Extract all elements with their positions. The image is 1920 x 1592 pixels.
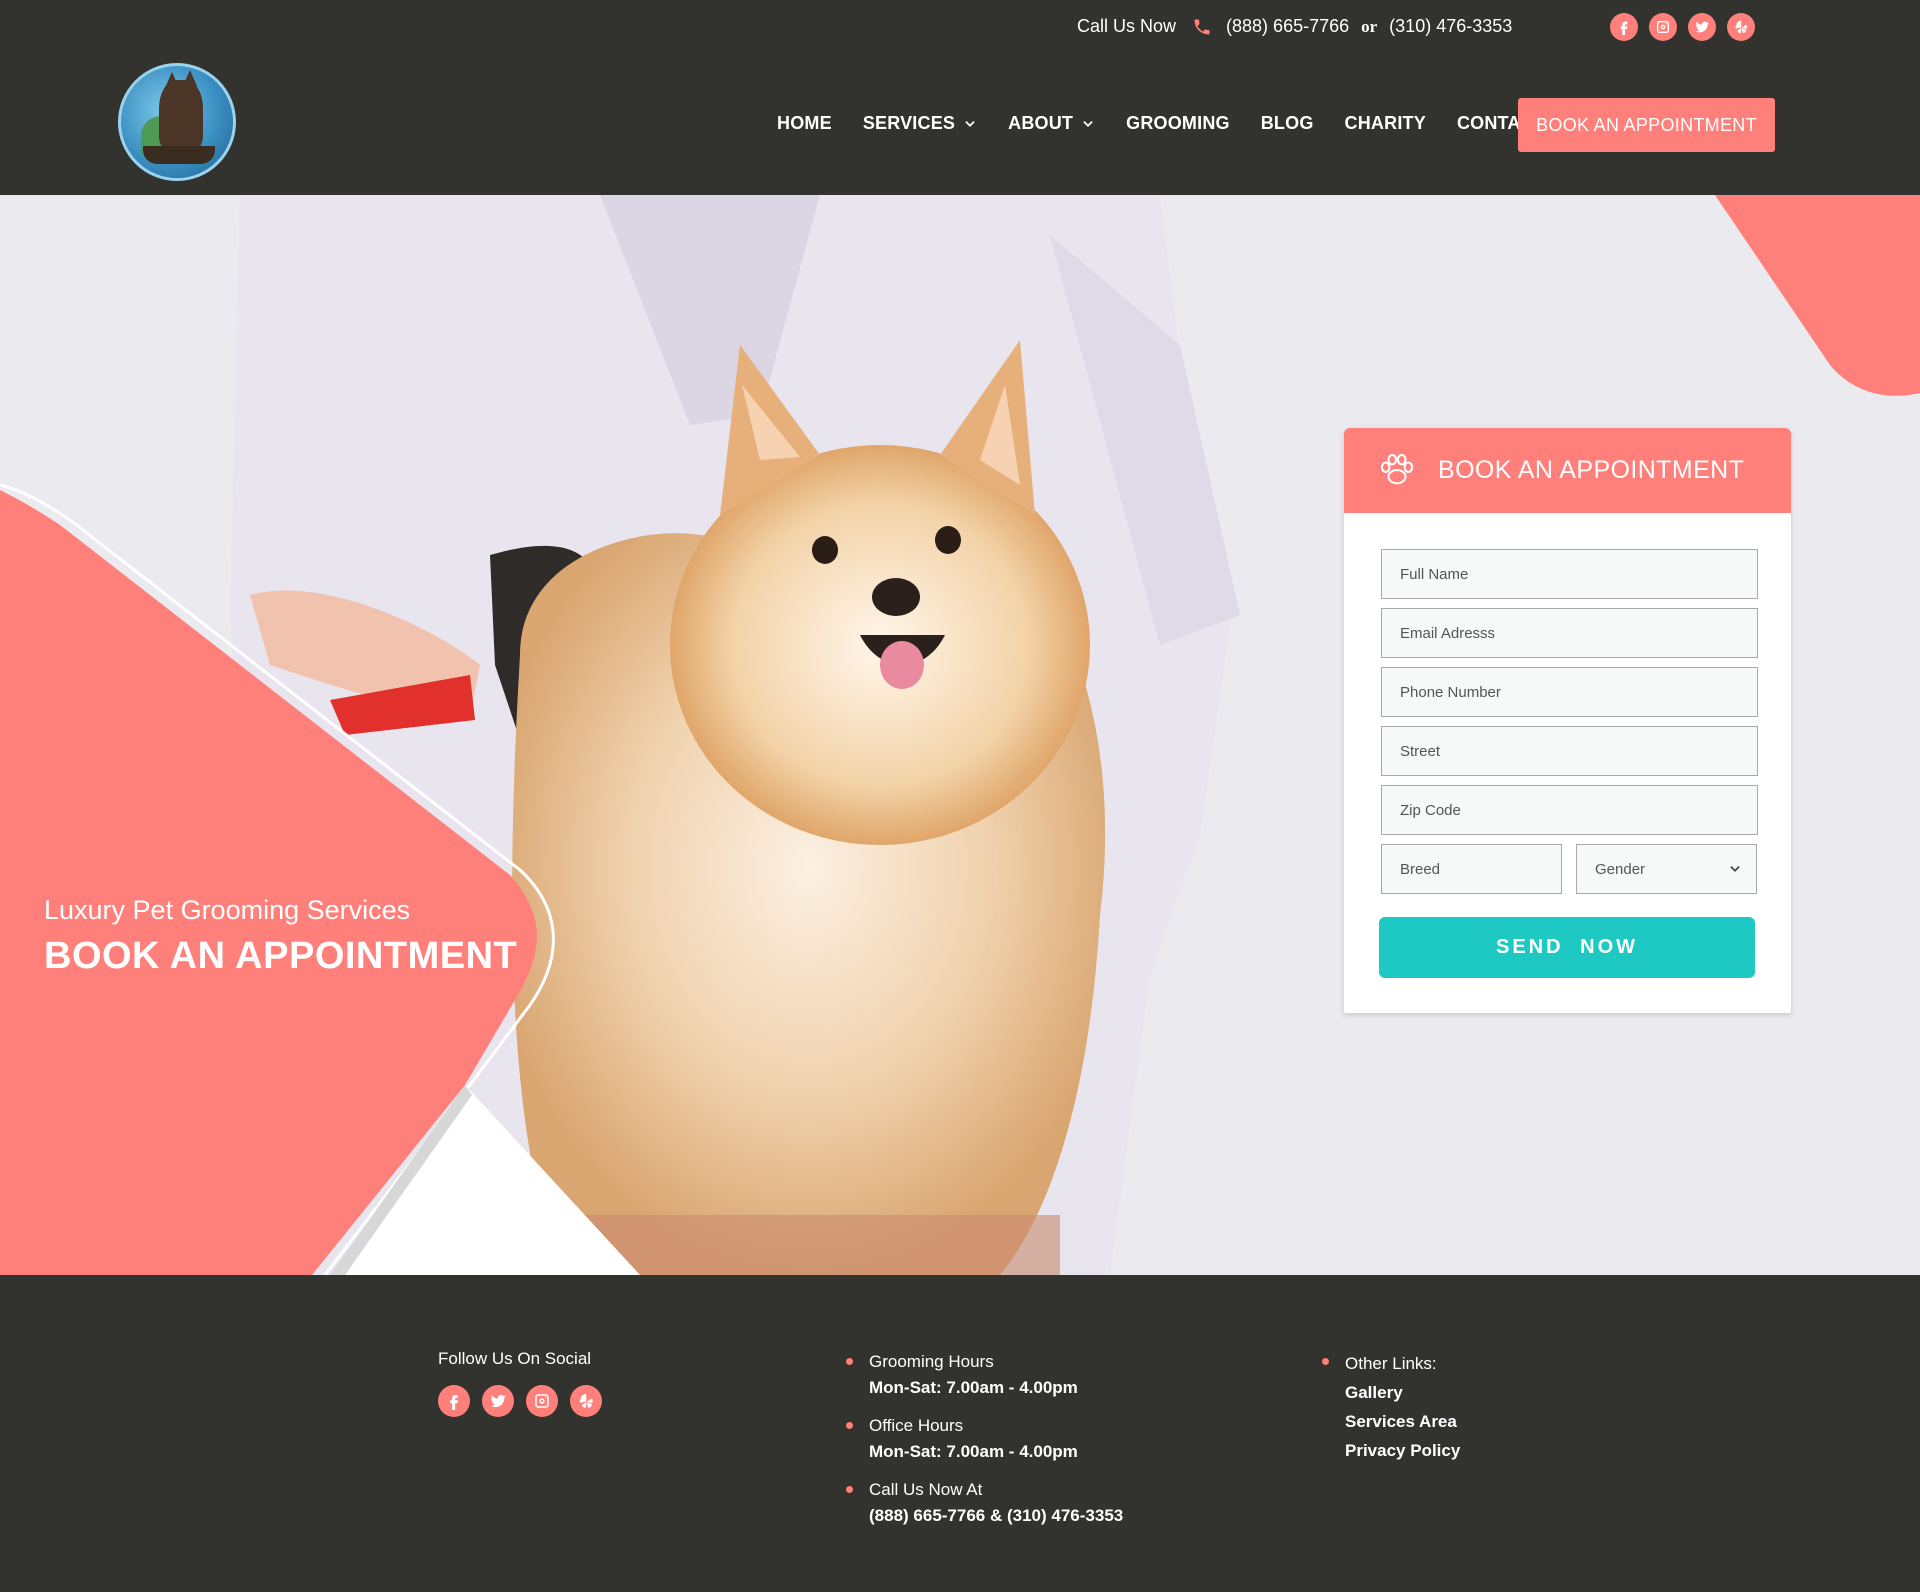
paw-icon — [1380, 453, 1414, 484]
link-gallery[interactable]: Gallery — [1345, 1378, 1460, 1407]
other-links-block: Other Links: Gallery Services Area Priva… — [1322, 1349, 1460, 1465]
logo-tub — [143, 146, 215, 164]
yelp-icon[interactable] — [570, 1385, 602, 1417]
form-title: BOOK AN APPOINTMENT — [1438, 456, 1745, 484]
main-nav: HOME SERVICES ABOUT GROOMING BLOG CHARIT… — [777, 113, 1576, 134]
gender-select[interactable]: Gender — [1576, 844, 1757, 894]
call-label: Call Us Now — [1077, 16, 1177, 36]
nav-home[interactable]: HOME — [777, 113, 832, 134]
nav-grooming-label: GROOMING — [1126, 113, 1230, 133]
call-us-label: Call Us Now At — [869, 1480, 983, 1499]
full-name-placeholder: Full Name — [1400, 565, 1469, 583]
gender-selected-value: Gender — [1595, 860, 1646, 878]
footer-hours: Grooming Hours Mon-Sat: 7.00am - 4.00pm … — [846, 1349, 1123, 1541]
grooming-hours-label: Grooming Hours — [869, 1352, 994, 1371]
nav-blog-label: BLOG — [1260, 113, 1314, 133]
nav-grooming[interactable]: GROOMING — [1126, 113, 1230, 134]
footer-social-links — [438, 1385, 602, 1417]
nav-charity[interactable]: CHARITY — [1345, 113, 1426, 134]
email-placeholder: Email Adresss — [1400, 624, 1496, 642]
yelp-icon[interactable] — [1727, 13, 1755, 41]
twitter-icon[interactable] — [1688, 13, 1716, 41]
street-placeholder: Street — [1400, 742, 1441, 760]
footer-other-links: Other Links: Gallery Services Area Priva… — [1322, 1349, 1460, 1465]
street-field[interactable]: Street — [1381, 726, 1758, 776]
form-fields: Full Name Email Adresss Phone Number Str… — [1381, 549, 1758, 903]
link-services-area[interactable]: Services Area — [1345, 1407, 1460, 1436]
or-separator: or — [1361, 16, 1378, 36]
nav-about[interactable]: ABOUT — [1008, 113, 1095, 134]
chevron-down-icon — [1083, 120, 1093, 127]
send-now-button[interactable]: SEND NOW — [1379, 917, 1755, 978]
top-bar: Call Us Now (888) 665-7766 or (310) 476-… — [0, 0, 1920, 54]
nav-home-label: HOME — [777, 113, 832, 133]
call-us-value[interactable]: (888) 665-7766 & (310) 476-3353 — [869, 1503, 1123, 1529]
hero-subtitle: Luxury Pet Grooming Services — [44, 895, 411, 925]
office-hours-value: Mon-Sat: 7.00am - 4.00pm — [869, 1442, 1078, 1461]
nav-services-label: SERVICES — [862, 113, 956, 133]
hero-section: Luxury Pet Grooming Services BOOK AN APP… — [0, 195, 1920, 1275]
nav-blog[interactable]: BLOG — [1261, 113, 1314, 134]
chevron-down-icon — [1730, 866, 1740, 872]
booking-form: BOOK AN APPOINTMENT Full Name Email Adre… — [1344, 428, 1791, 1013]
site-footer: Follow Us On Social Grooming Hours Mon-S… — [0, 1275, 1920, 1592]
top-social-links — [1610, 13, 1755, 41]
phone-placeholder: Phone Number — [1400, 683, 1501, 701]
chevron-down-icon — [965, 120, 975, 127]
nav-about-label: ABOUT — [1008, 113, 1074, 133]
breed-gender-row: Breed Gender — [1381, 844, 1758, 903]
email-field[interactable]: Email Adresss — [1381, 608, 1758, 658]
nav-charity-label: CHARITY — [1344, 113, 1426, 133]
zip-placeholder: Zip Code — [1400, 801, 1461, 819]
office-hours-label: Office Hours — [869, 1416, 964, 1435]
phone-number-2[interactable]: (310) 476-3353 — [1389, 16, 1512, 37]
grooming-hours-block: Grooming Hours Mon-Sat: 7.00am - 4.00pm — [846, 1349, 1123, 1401]
phone-field[interactable]: Phone Number — [1381, 667, 1758, 717]
link-privacy-policy[interactable]: Privacy Policy — [1345, 1436, 1460, 1465]
full-name-field[interactable]: Full Name — [1381, 549, 1758, 599]
phone-icon — [1194, 19, 1210, 34]
breed-placeholder: Breed — [1400, 860, 1441, 878]
facebook-icon[interactable] — [438, 1385, 470, 1417]
book-appointment-button[interactable]: BOOK AN APPOINTMENT — [1518, 98, 1775, 152]
twitter-icon[interactable] — [482, 1385, 514, 1417]
office-hours-block: Office Hours Mon-Sat: 7.00am - 4.00pm — [846, 1413, 1123, 1465]
facebook-icon[interactable] — [1610, 13, 1638, 41]
nav-services[interactable]: SERVICES — [863, 113, 977, 134]
instagram-icon[interactable] — [526, 1385, 558, 1417]
logo-cat — [159, 80, 203, 150]
follow-social-label: Follow Us On Social — [438, 1349, 592, 1368]
grooming-hours-value: Mon-Sat: 7.00am - 4.00pm — [869, 1378, 1078, 1397]
call-us-bar: Call Us Now (888) 665-7766 or (310) 476-… — [1077, 16, 1512, 37]
instagram-icon[interactable] — [1649, 13, 1677, 41]
breed-field[interactable]: Breed — [1381, 844, 1562, 894]
call-us-block: Call Us Now At (888) 665-7766 & (310) 47… — [846, 1477, 1123, 1529]
form-header: BOOK AN APPOINTMENT — [1344, 428, 1791, 513]
zip-code-field[interactable]: Zip Code — [1381, 785, 1758, 835]
site-logo[interactable] — [118, 63, 236, 181]
other-links-label: Other Links: — [1345, 1354, 1437, 1373]
phone-number-1[interactable]: (888) 665-7766 — [1226, 16, 1349, 37]
hero-title: BOOK AN APPOINTMENT — [44, 935, 518, 977]
site-header: HOME SERVICES ABOUT GROOMING BLOG CHARIT… — [0, 54, 1920, 195]
